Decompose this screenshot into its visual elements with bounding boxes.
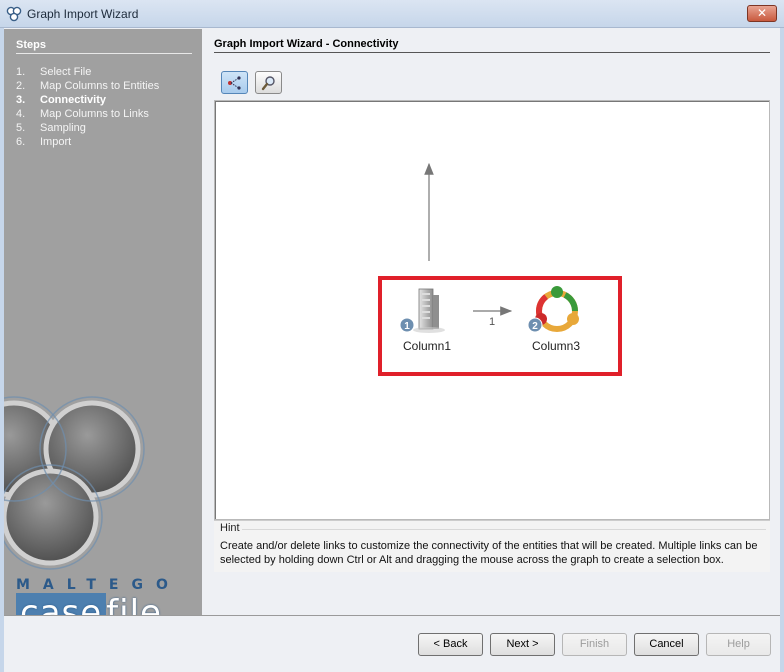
magnifier-icon — [261, 76, 275, 91]
step-label: Connectivity — [40, 94, 107, 106]
brand-maltego: MALTEGO — [16, 577, 181, 593]
hint-divider — [242, 529, 766, 530]
help-button[interactable]: Help — [706, 633, 771, 656]
close-icon: ✕ — [756, 6, 768, 20]
steps-divider — [16, 53, 192, 54]
step-item: 2. Map Columns to Entities — [16, 80, 160, 92]
steps-list: 1. Select File 2. Map Columns to Entities … — [16, 65, 159, 149]
steps-heading: Steps — [16, 39, 46, 51]
graph-canvas[interactable]: 1 2 Column1 1 Column3 — [214, 100, 770, 520]
back-button[interactable]: < Back — [418, 633, 483, 656]
window-title: Graph Import Wizard — [27, 7, 139, 21]
page-title: Graph Import Wizard - Connectivity — [214, 38, 399, 50]
hint-title: Hint — [220, 522, 240, 534]
brand-case: case — [16, 593, 107, 615]
finish-button[interactable]: Finish — [562, 633, 627, 656]
step-label: Map Columns to Entities — [40, 80, 160, 92]
connect-tool-button[interactable] — [221, 71, 248, 94]
brand-logo: MALTEGO case file — [4, 369, 202, 615]
brand-file: file — [106, 593, 162, 615]
connect-links-icon — [228, 76, 241, 90]
hint-panel: Hint Create and/or delete links to custo… — [214, 520, 770, 572]
cancel-button[interactable]: Cancel — [634, 633, 699, 656]
selection-highlight — [378, 276, 622, 376]
step-label: Map Columns to Links — [40, 108, 149, 120]
next-button[interactable]: Next > — [490, 633, 555, 656]
close-button[interactable]: ✕ — [747, 5, 777, 22]
title-divider — [214, 52, 770, 53]
step-label: Select File — [40, 66, 92, 78]
app-icon — [6, 6, 22, 22]
brand-casefile: case file — [16, 593, 162, 615]
title-bar: Graph Import Wizard ✕ — [0, 0, 784, 28]
step-item: 1. Select File — [16, 66, 92, 78]
step-item: 4. Map Columns to Links — [16, 108, 149, 120]
footer-divider — [4, 615, 780, 616]
zoom-tool-button[interactable] — [255, 71, 282, 94]
step-label: Import — [40, 136, 72, 148]
steps-panel: Steps 1. Select File 2. Map Columns to Ent… — [4, 29, 202, 615]
step-item: 6. Import — [16, 136, 72, 148]
step-item: 5. Sampling — [16, 122, 86, 134]
step-label: Sampling — [40, 122, 86, 134]
hint-text: Create and/or delete links to customize … — [220, 540, 758, 566]
step-item-active: 3. Connectivity — [16, 94, 107, 106]
